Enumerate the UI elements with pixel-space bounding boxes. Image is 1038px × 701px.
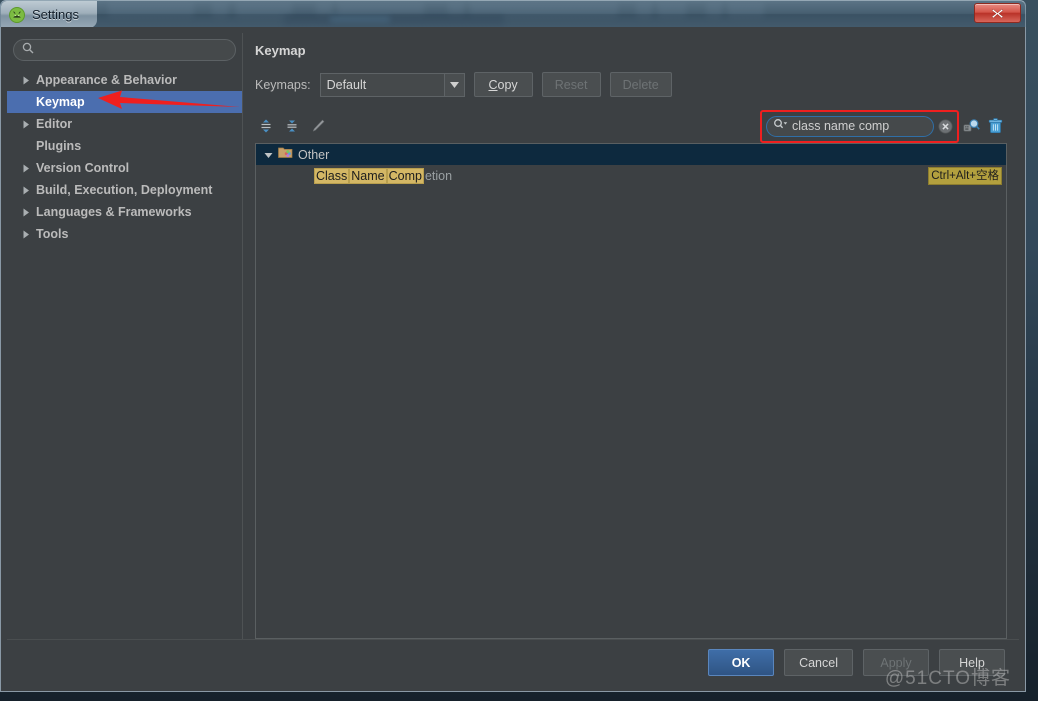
settings-dialog: Settings Appearance & Behavior Keymap Ed…	[0, 0, 1026, 692]
copy-button-mnemonic: C	[488, 77, 498, 92]
settings-sidebar: Appearance & Behavior Keymap Editor Plugins…	[7, 33, 243, 639]
keymap-toolbar: class name comp	[255, 109, 1007, 143]
sidebar-item-label: Languages & Frameworks	[36, 205, 192, 219]
delete-filter-icon[interactable]	[983, 115, 1007, 137]
sidebar-item-label: Editor	[36, 117, 73, 131]
keymap-select-value: Default	[326, 77, 367, 92]
chevron-right-icon[interactable]	[19, 230, 33, 239]
keymap-search-value: class name comp	[792, 119, 890, 133]
dialog-footer: OK Cancel Apply Help @51CTO博客	[7, 639, 1019, 691]
keymap-search-field[interactable]: class name comp	[766, 115, 934, 137]
sidebar-item-label: Build, Execution, Deployment	[36, 183, 213, 197]
chevron-right-icon[interactable]	[19, 186, 33, 195]
sidebar-search[interactable]	[13, 39, 236, 61]
chevron-right-icon[interactable]	[19, 208, 33, 217]
sidebar-item-build-execution-deployment[interactable]: Build, Execution, Deployment	[7, 179, 242, 201]
window-title: Settings	[32, 7, 79, 22]
window-titlebar: Settings	[0, 0, 1026, 27]
search-dropdown-icon[interactable]	[773, 117, 789, 135]
sidebar-item-label: Appearance & Behavior	[36, 73, 178, 87]
window-title-group: Settings	[1, 1, 97, 27]
ok-button[interactable]: OK	[708, 649, 775, 676]
sidebar-item-version-control[interactable]: Version Control	[7, 157, 242, 179]
sidebar-item-tools[interactable]: Tools	[7, 223, 242, 245]
clear-icon[interactable]	[938, 119, 953, 134]
folder-icon	[278, 146, 293, 164]
keymaps-label: Keymaps:	[255, 77, 311, 92]
copy-button[interactable]: Copy	[473, 72, 533, 97]
match-part-2: Name	[349, 168, 387, 184]
keymap-tree: Other Class Name Comp etion Ctrl+Alt+空格	[255, 143, 1007, 639]
sidebar-item-label: Plugins	[36, 139, 82, 153]
chevron-down-icon[interactable]	[443, 73, 464, 96]
android-studio-icon	[9, 6, 25, 23]
expand-all-icon[interactable]	[255, 115, 277, 137]
chevron-right-icon[interactable]	[19, 164, 33, 173]
sidebar-item-label: Version Control	[36, 161, 130, 175]
chevron-right-icon[interactable]	[19, 76, 33, 85]
apply-button[interactable]: Apply	[863, 649, 929, 676]
sidebar-item-keymap[interactable]: Keymap	[7, 91, 242, 113]
keymap-select[interactable]: Default	[319, 72, 465, 97]
tree-group-label: Other	[298, 147, 330, 162]
sidebar-item-label: Tools	[36, 227, 69, 241]
tree-group-other[interactable]: Other	[256, 144, 1006, 165]
keymap-search-highlight: class name comp	[760, 109, 959, 143]
search-icon	[22, 41, 34, 59]
action-name-tail: etion	[424, 169, 453, 183]
page-title: Keymap	[255, 43, 306, 58]
copy-button-label: opy	[497, 77, 518, 92]
match-part-3: Comp	[386, 168, 424, 184]
tree-item-class-name-completion[interactable]: Class Name Comp etion Ctrl+Alt+空格	[256, 165, 1006, 187]
sidebar-item-plugins[interactable]: Plugins	[7, 135, 242, 157]
status-badge: Ctrl+Alt+空格	[928, 167, 1002, 185]
chevron-right-icon[interactable]	[19, 120, 33, 129]
sidebar-item-label: Keymap	[36, 95, 85, 109]
collapse-all-icon[interactable]	[281, 115, 303, 137]
sidebar-tree: Appearance & Behavior Keymap Editor Plugins…	[7, 69, 242, 245]
cancel-button[interactable]: Cancel	[784, 649, 853, 676]
reset-button[interactable]: Reset	[541, 72, 601, 97]
find-by-shortcut-icon[interactable]	[959, 115, 983, 137]
edit-shortcut-icon[interactable]	[307, 115, 329, 137]
help-button[interactable]: Help	[939, 649, 1005, 676]
sidebar-item-editor[interactable]: Editor	[7, 113, 242, 135]
close-button[interactable]	[974, 3, 1021, 23]
keymap-panel: Keymap Keymaps: Default Copy Reset Delet…	[243, 33, 1019, 639]
keymaps-toolbar: Keymaps: Default Copy Reset Delete	[255, 72, 1007, 97]
chevron-down-icon[interactable]	[264, 146, 273, 164]
search-input[interactable]	[40, 43, 227, 57]
sidebar-item-appearance-behavior[interactable]: Appearance & Behavior	[7, 69, 242, 91]
dialog-content: Appearance & Behavior Keymap Editor Plugins…	[7, 33, 1019, 639]
dialog-body: Appearance & Behavior Keymap Editor Plugins…	[0, 27, 1026, 692]
close-icon	[991, 8, 1004, 18]
delete-keymap-button[interactable]: Delete	[609, 72, 672, 97]
match-part-1: Class	[314, 168, 350, 184]
sidebar-item-languages-frameworks[interactable]: Languages & Frameworks	[7, 201, 242, 223]
